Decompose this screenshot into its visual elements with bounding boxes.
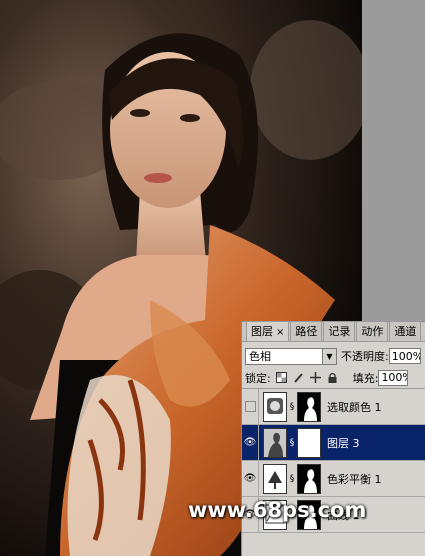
tab-label: 路径 [295, 325, 318, 338]
canvas-background [362, 0, 425, 320]
layer-row-layer-3[interactable]: 👁 § 图层 3 [242, 425, 425, 461]
fill-label: 填充: [352, 371, 379, 385]
link-icon: § [289, 437, 295, 448]
adjustment-thumbnail-icon [263, 463, 287, 494]
tab-label: 通道 [394, 325, 417, 338]
lock-transparent-pixels-icon[interactable] [275, 371, 288, 384]
hidden-box-icon [244, 401, 256, 412]
layer-thumbnail [263, 427, 287, 458]
tab-paths[interactable]: 路径 [290, 321, 323, 341]
layer-name: 选取颜色 1 [327, 400, 382, 414]
blend-mode-value: 色相 [249, 350, 271, 363]
lock-row: 锁定: 填充: 100% [242, 367, 425, 389]
blend-mode-select[interactable]: 色相 ▼ [245, 347, 337, 365]
lock-position-icon[interactable] [309, 371, 322, 384]
close-icon[interactable]: × [276, 327, 284, 338]
visibility-toggle[interactable] [242, 389, 259, 424]
tab-label: 动作 [361, 325, 384, 338]
layer-row-selective-color[interactable]: § 选取颜色 1 [242, 389, 425, 425]
tab-layers[interactable]: 图层 × [246, 321, 290, 341]
opacity-label: 不透明度: [341, 350, 389, 363]
layer-name: 图层 3 [327, 436, 360, 450]
link-icon: § [289, 473, 295, 484]
eye-icon: 👁 [243, 473, 257, 484]
eye-icon: 👁 [243, 437, 257, 448]
panel-tabs: 图层 × 路径 记录 动作 通道 [242, 321, 425, 342]
layer-name: 色彩平衡 1 [327, 472, 382, 486]
blend-row: 色相 ▼ 不透明度: 100% [242, 345, 425, 367]
layer-row-color-balance[interactable]: 👁 § 色彩平衡 1 [242, 461, 425, 497]
opacity-input[interactable]: 100% [388, 348, 421, 364]
tab-channels[interactable]: 通道 [389, 321, 422, 341]
layer-mask-thumbnail [297, 463, 321, 494]
visibility-toggle[interactable]: 👁 [242, 461, 259, 496]
tab-label: 图层 [251, 325, 273, 338]
lock-label: 锁定: [245, 371, 271, 385]
visibility-toggle[interactable]: 👁 [242, 425, 259, 460]
watermark: www.68ps.com [188, 498, 367, 522]
layer-mask-thumbnail [297, 391, 321, 422]
link-icon: § [289, 401, 295, 412]
tab-history[interactable]: 记录 [323, 321, 356, 341]
tab-actions[interactable]: 动作 [356, 321, 389, 341]
adjustment-thumbnail-icon [263, 391, 287, 422]
layer-mask-thumbnail [297, 427, 321, 458]
tab-label: 记录 [328, 325, 351, 338]
lock-image-pixels-icon[interactable] [292, 371, 305, 384]
chevron-down-icon[interactable]: ▼ [322, 348, 336, 364]
fill-input[interactable]: 100% [378, 369, 409, 386]
lock-all-icon[interactable] [326, 371, 339, 384]
